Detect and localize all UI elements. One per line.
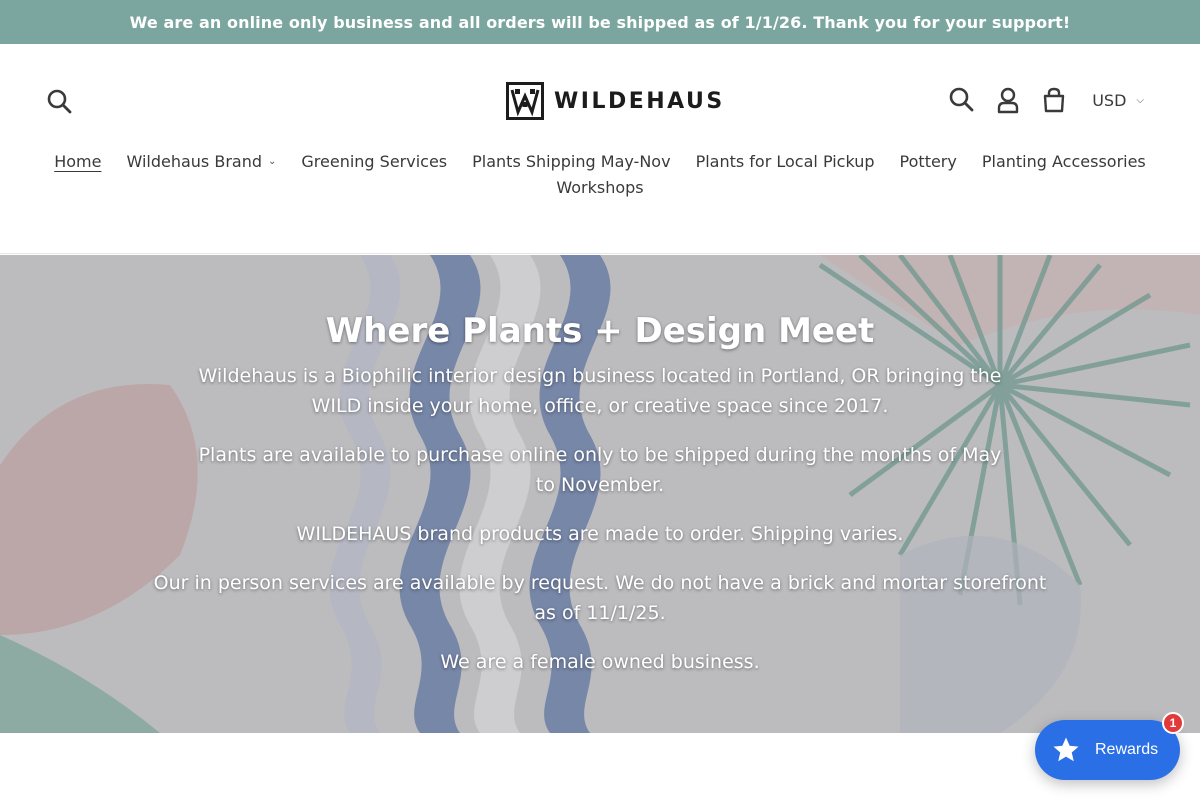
hero-paragraph: WILDEHAUS brand products are made to ord… [296, 523, 904, 545]
currency-value: USD [1092, 90, 1127, 110]
chevron-down-icon: ⌄ [268, 156, 277, 167]
nav-item-label: Greening Services [301, 152, 448, 171]
hero-paragraph: Plants are available to purchase online … [198, 444, 1002, 496]
nav-item-greening-services[interactable]: Greening Services [301, 152, 447, 171]
site-header: WILDEHAUS USD ⌵ Home Wildehaus Brand ⌄ Gr… [0, 44, 1200, 254]
nav-item-plants-local-pickup[interactable]: Plants for Local Pickup [696, 152, 875, 171]
nav-row: Workshops [0, 178, 1200, 197]
nav-item-label: Plants for Local Pickup [695, 152, 875, 171]
hero-banner: Where Plants + Design Meet Wildehaus is … [0, 255, 1200, 733]
rewards-label: Rewards [1095, 741, 1159, 758]
announcement-bar: We are an online only business and all o… [0, 0, 1200, 44]
nav-item-workshops[interactable]: Workshops [556, 178, 643, 197]
announcement-text: We are an online only business and all o… [129, 12, 1071, 32]
hero-content: Where Plants + Design Meet Wildehaus is … [150, 311, 1050, 696]
hero-paragraph: Our in person services are available by … [153, 572, 1047, 624]
hero-paragraph: Wildehaus is a Biophilic interior design… [198, 365, 1002, 417]
nav-item-wildehaus-brand[interactable]: Wildehaus Brand ⌄ [126, 152, 276, 171]
search-icon[interactable] [46, 88, 74, 116]
nav-item-planting-accessories[interactable]: Planting Accessories [982, 152, 1146, 171]
nav-item-label: Home [54, 152, 102, 171]
hero-paragraph: We are a female owned business. [440, 651, 760, 673]
search-icon[interactable] [948, 86, 976, 114]
currency-selector[interactable]: USD ⌵ [1092, 91, 1144, 110]
header-actions: USD ⌵ [948, 86, 1144, 114]
nav-item-plants-shipping[interactable]: Plants Shipping May-Nov [472, 152, 670, 171]
nav-item-label: Workshops [556, 178, 644, 197]
main-navigation: Home Wildehaus Brand ⌄ Greening Services … [0, 152, 1200, 197]
logo-mark-icon [506, 82, 544, 120]
logo-text: WILDEHAUS [554, 88, 725, 114]
hero-title: Where Plants + Design Meet [325, 311, 875, 351]
site-logo[interactable]: WILDEHAUS [506, 82, 725, 120]
chevron-down-icon: ⌵ [1136, 94, 1144, 106]
nav-row: Home Wildehaus Brand ⌄ Greening Services … [0, 152, 1200, 171]
nav-item-label: Plants Shipping May-Nov [472, 152, 671, 171]
star-icon [1053, 737, 1079, 762]
rewards-launcher-button[interactable]: Rewards [1035, 720, 1180, 780]
cart-icon[interactable] [1040, 86, 1068, 114]
notification-badge: 1 [1162, 712, 1184, 734]
nav-item-pottery[interactable]: Pottery [900, 152, 957, 171]
nav-item-label: Planting Accessories [981, 152, 1146, 171]
nav-item-label: Wildehaus Brand [126, 152, 262, 171]
nav-item-home[interactable]: Home [54, 152, 101, 171]
account-icon[interactable] [994, 86, 1022, 114]
nav-item-label: Pottery [899, 152, 957, 171]
